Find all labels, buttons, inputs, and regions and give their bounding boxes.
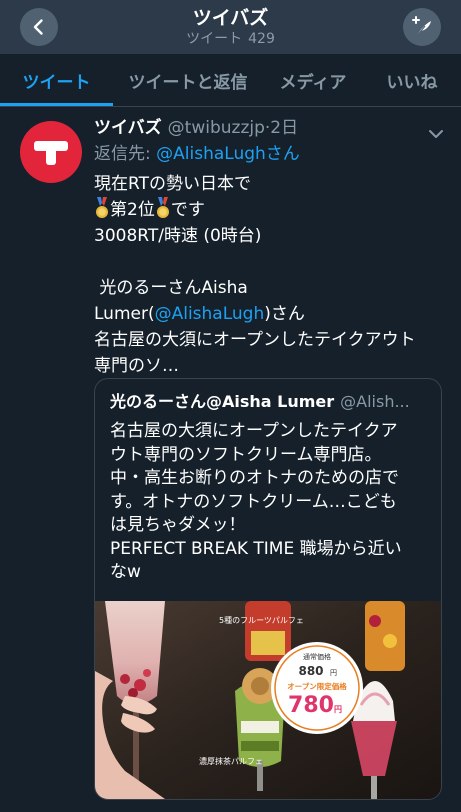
quoted-line: PERFECT BREAK TIME 職場から近い bbox=[110, 538, 402, 559]
active-tab-indicator bbox=[0, 103, 113, 106]
tweet-header: ツイバズ @twibuzzjp·2日 bbox=[94, 117, 298, 139]
quoted-line: ウト専門のソフトクリーム専門店。 bbox=[110, 444, 382, 465]
username[interactable]: @twibuzzjp bbox=[168, 118, 265, 138]
regular-price-unit: 円 bbox=[330, 669, 337, 677]
tweet-line-6-post: )さん bbox=[264, 304, 305, 324]
tweet-line-2: 第2位 です bbox=[94, 197, 449, 223]
sale-price-unit: 円 bbox=[334, 705, 342, 714]
tweet-count-value: 429 bbox=[248, 31, 275, 47]
quoted-line: は見ちゃダメッ！ bbox=[110, 515, 246, 535]
compose-tweet-icon bbox=[412, 16, 431, 37]
quoted-display-name: 光のるーさん@Aisha Lumer bbox=[110, 392, 335, 411]
reply-mention-link[interactable]: @AlishaLughさん bbox=[156, 144, 300, 164]
medal-icon bbox=[96, 197, 108, 218]
display-name[interactable]: ツイバズ bbox=[94, 118, 162, 138]
header-title: ツイバズ bbox=[192, 7, 269, 29]
quoted-line: 中・高生お断りのオトナのための店で bbox=[110, 468, 399, 488]
quoted-tweet-header: 光のるーさん@Aisha Lumer @Alish... bbox=[110, 391, 410, 413]
tweet-time[interactable]: 2日 bbox=[270, 118, 298, 138]
image-label-bottom: 濃厚抹茶パルフェ bbox=[199, 756, 263, 766]
tweet-text: 現在RTの勢い日本で 第2位 です 3008RT/時速 (0時台) 光のるーさんA… bbox=[94, 171, 449, 379]
tweet-menu-button[interactable] bbox=[428, 125, 444, 144]
quoted-line: す。オトナのソフトクリーム…こども bbox=[110, 491, 397, 512]
tweet-line-3: 3008RT/時速 (0時台) bbox=[94, 226, 262, 246]
tweet-count-label: ツイート bbox=[186, 31, 243, 47]
chevron-down-icon bbox=[429, 130, 443, 138]
regular-price-label: 通常価格 bbox=[303, 652, 331, 661]
tab-tweets[interactable]: ツイート bbox=[0, 54, 113, 106]
avatar[interactable] bbox=[20, 121, 82, 183]
tweet-line-7: 名古屋の大須にオープンしたテイクアウト bbox=[94, 330, 416, 350]
tab-likes[interactable]: いいね bbox=[363, 54, 461, 106]
tweet-line-5: 光のるーさんAisha bbox=[94, 278, 248, 298]
sale-price-label: オープン限定価格 bbox=[287, 681, 347, 691]
parfait-photo: 通常価格 880 円 オープン限定価格 780 円 5種のフルーツパルフェ 濃厚… bbox=[95, 601, 441, 799]
rank-suffix: です bbox=[170, 200, 205, 220]
header-bar: ツイバズ ツイート 429 bbox=[0, 0, 461, 54]
quoted-tweet-card[interactable]: 光のるーさん@Aisha Lumer @Alish... 名古屋の大須にオープンし… bbox=[94, 378, 442, 800]
image-label-top: 5種のフルーツパルフェ bbox=[219, 615, 304, 625]
tab-media[interactable]: メディア bbox=[263, 54, 363, 106]
tweet-line-6-pre: Lumer( bbox=[94, 304, 155, 324]
mention-link[interactable]: @AlishaLugh bbox=[155, 304, 265, 324]
compose-button[interactable] bbox=[403, 8, 441, 46]
quoted-tweet-image[interactable]: 通常価格 880 円 オープン限定価格 780 円 5種のフルーツパルフェ 濃厚… bbox=[95, 601, 441, 799]
tweet-line-1: 現在RTの勢い日本で bbox=[94, 174, 251, 194]
tweet-line-8[interactable]: 専門のソ… bbox=[94, 353, 449, 379]
tab-tweets-and-replies[interactable]: ツイートと返信 bbox=[113, 54, 263, 106]
reply-to: 返信先: @AlishaLughさん bbox=[94, 143, 300, 165]
tweet-count: ツイート 429 bbox=[0, 31, 461, 47]
regular-price: 880 bbox=[298, 664, 323, 678]
quoted-line: 名古屋の大須にオープンしたテイクア bbox=[110, 421, 398, 441]
quoted-line: なw bbox=[110, 562, 141, 582]
rank-text: 第2位 bbox=[110, 200, 155, 220]
sale-price: 780 bbox=[288, 693, 334, 718]
medal-icon bbox=[156, 197, 169, 218]
reply-prefix: 返信先: bbox=[94, 144, 157, 164]
profile-tabs: ツイート ツイートと返信 メディア いいね bbox=[0, 54, 461, 107]
quoted-username: @Alish... bbox=[340, 392, 410, 411]
avatar-logo-icon bbox=[34, 141, 68, 165]
tweet-line-6: Lumer(@AlishaLugh)さん bbox=[94, 301, 449, 327]
quoted-tweet-text: 名古屋の大須にオープンしたテイクア ウト専門のソフトクリーム専門店。 中・高生お… bbox=[110, 420, 430, 585]
